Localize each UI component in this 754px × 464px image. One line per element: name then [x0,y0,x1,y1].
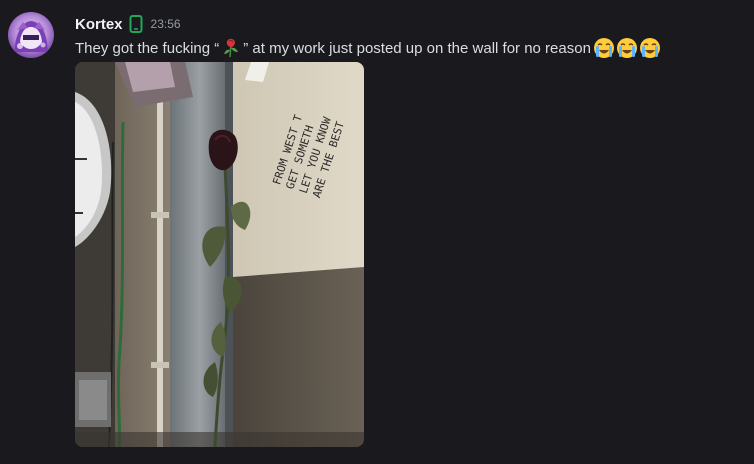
timestamp[interactable]: 23:56 [151,17,181,31]
chat-message: Kortex 23:56 They got the fucking “ ” at… [0,0,754,464]
loudly-crying-face-icon[interactable] [639,37,661,59]
username[interactable]: Kortex [75,16,123,33]
emoji-group [593,37,662,59]
message-text-part-2: ” at my work just posted up on the wall … [243,39,591,57]
avatar[interactable] [8,12,54,58]
mobile-phone-icon [129,15,143,33]
avatar-image [8,12,54,58]
image-attachment[interactable]: FROM WEST T GET SOMETH LET YOU KNOW ARE … [75,62,364,447]
message-text-part-1: They got the fucking “ [75,39,220,57]
wilted-rose-icon[interactable] [221,38,241,58]
attachment-photo: FROM WEST T GET SOMETH LET YOU KNOW ARE … [75,62,364,447]
message-header: Kortex 23:56 [75,13,181,35]
loudly-crying-face-icon[interactable] [616,37,638,59]
message-content: They got the fucking “ ” at my work just… [75,36,662,60]
loudly-crying-face-icon[interactable] [593,37,615,59]
